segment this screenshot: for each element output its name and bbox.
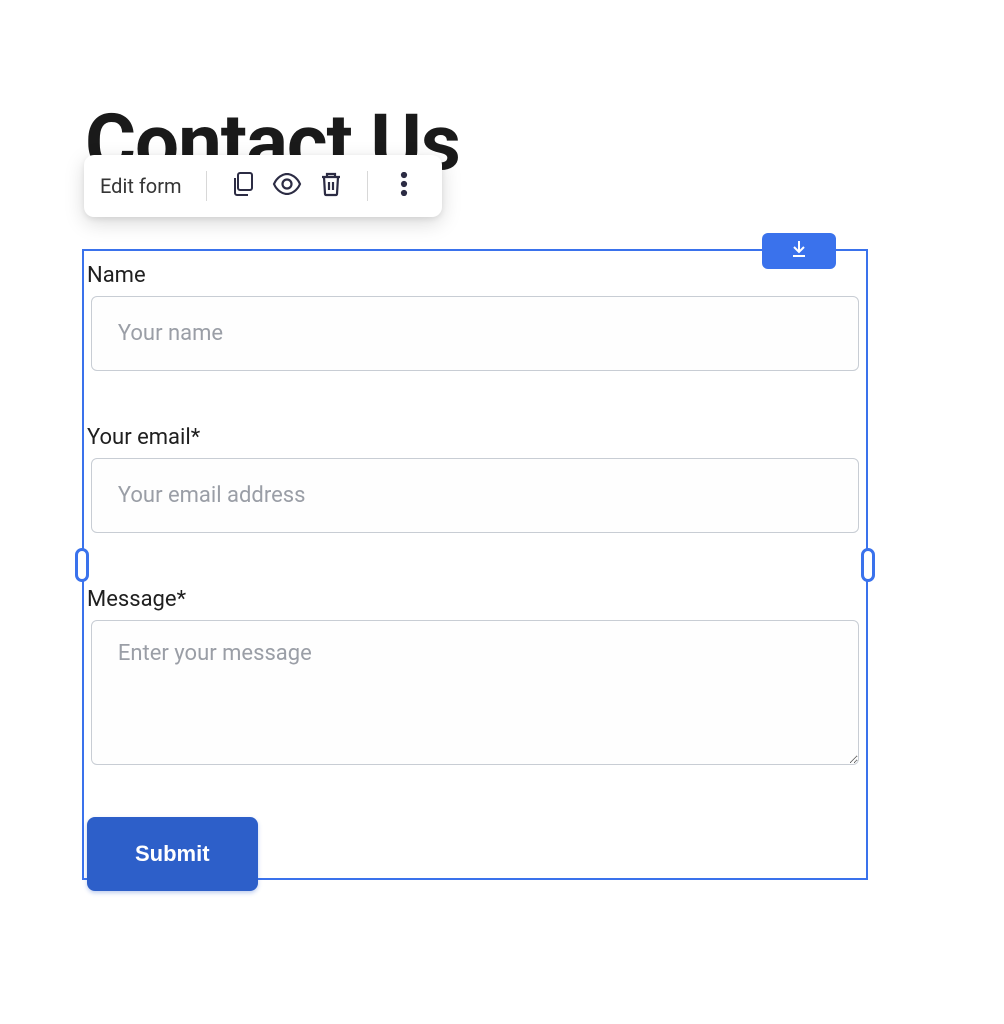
edit-form-button[interactable]: Edit form <box>100 174 192 198</box>
message-label: Message* <box>87 575 863 620</box>
name-field-group: Name <box>84 251 866 371</box>
editor-toolbar: Edit form <box>84 155 442 217</box>
delete-button[interactable] <box>309 167 353 205</box>
divider <box>206 171 207 201</box>
name-input[interactable] <box>91 296 859 371</box>
eye-icon <box>272 173 302 199</box>
trash-icon <box>319 171 343 201</box>
message-field-group: Message* <box>84 575 866 765</box>
vertical-dots-icon <box>400 172 408 200</box>
duplicate-button[interactable] <box>221 167 265 205</box>
more-options-button[interactable] <box>382 167 426 205</box>
email-label: Your email* <box>87 413 863 458</box>
submit-button[interactable]: Submit <box>87 817 258 891</box>
contact-form: Name Your email* Message* Submit <box>84 251 866 878</box>
copy-icon <box>231 171 255 201</box>
message-input[interactable] <box>91 620 859 765</box>
form-selection-frame[interactable]: Name Your email* Message* Submit <box>82 249 868 880</box>
divider <box>367 171 368 201</box>
email-input[interactable] <box>91 458 859 533</box>
email-field-group: Your email* <box>84 413 866 533</box>
name-label: Name <box>87 251 863 296</box>
preview-button[interactable] <box>265 167 309 205</box>
